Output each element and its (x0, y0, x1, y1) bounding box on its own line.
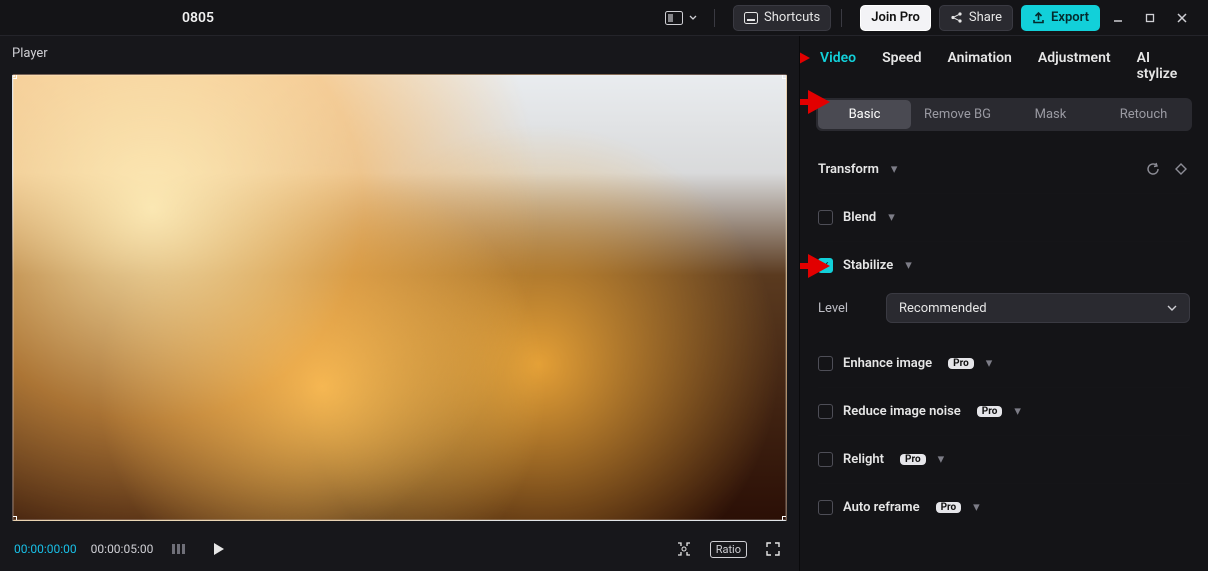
chevron-down-icon (1167, 303, 1177, 313)
keyboard-icon (744, 12, 758, 24)
noise-label: Reduce image noise (843, 404, 961, 419)
section-enhance-image[interactable]: Enhance image Pro ▾ (818, 339, 1190, 387)
layout-toggle-button[interactable] (658, 5, 704, 31)
play-button[interactable] (205, 536, 231, 562)
reframe-label: Auto reframe (843, 500, 920, 515)
inspector-tabs: Video Speed Animation Adjustment AI styl… (800, 36, 1208, 94)
enhance-checkbox[interactable] (818, 356, 833, 371)
section-relight[interactable]: Relight Pro ▾ (818, 435, 1190, 483)
tab-speed[interactable]: Speed (882, 50, 921, 82)
relight-label: Relight (843, 452, 884, 467)
subtab-remove-bg[interactable]: Remove BG (911, 100, 1004, 129)
section-transform[interactable]: Transform ▾ (818, 145, 1190, 193)
export-button[interactable]: Export (1021, 5, 1100, 31)
shortcuts-button[interactable]: Shortcuts (733, 5, 831, 31)
tab-video[interactable]: Video (820, 50, 856, 82)
pro-badge: Pro (936, 502, 962, 513)
top-bar: 0805 Shortcuts Join Pro Share Export (0, 0, 1208, 36)
pro-badge: Pro (948, 358, 974, 369)
crop-icon (675, 540, 693, 558)
fullscreen-button[interactable] (761, 537, 785, 561)
section-blend[interactable]: Blend ▾ (818, 193, 1190, 241)
project-title: 0805 (182, 10, 214, 26)
chevron-down-icon: ▾ (938, 452, 945, 467)
chevron-down-icon: ▾ (905, 258, 912, 273)
crop-handle-bottom-right[interactable] (782, 516, 787, 521)
enhance-label: Enhance image (843, 356, 932, 371)
stabilize-label: Stabilize (843, 258, 893, 273)
tab-adjustment[interactable]: Adjustment (1038, 50, 1111, 82)
blend-label: Blend (843, 210, 876, 225)
pro-badge: Pro (977, 406, 1003, 417)
window-close-button[interactable] (1168, 5, 1196, 31)
join-pro-button[interactable]: Join Pro (860, 5, 931, 31)
section-stabilize[interactable]: ✓ Stabilize ▾ (818, 241, 1190, 289)
crop-button[interactable] (672, 537, 696, 561)
topbar-divider (714, 9, 715, 27)
chevron-down-icon: ▾ (973, 500, 980, 515)
play-icon (210, 541, 226, 557)
layout-icon (665, 11, 683, 25)
section-auto-reframe[interactable]: Auto reframe Pro ▾ (818, 483, 1190, 531)
share-label: Share (969, 10, 1002, 25)
fullscreen-icon (765, 541, 781, 557)
chevron-down-icon: ▾ (986, 356, 993, 371)
chevron-down-icon (689, 14, 697, 22)
subtab-mask[interactable]: Mask (1004, 100, 1097, 129)
window-maximize-button[interactable] (1136, 5, 1164, 31)
chevron-down-icon: ▾ (888, 210, 895, 225)
inspector-panel: Video Speed Animation Adjustment AI styl… (800, 36, 1208, 571)
shortcuts-label: Shortcuts (764, 10, 820, 25)
player-viewport[interactable] (12, 74, 787, 521)
export-icon (1032, 11, 1045, 24)
subtab-basic[interactable]: Basic (818, 100, 911, 129)
subtab-retouch[interactable]: Retouch (1097, 100, 1190, 129)
keyframe-button[interactable] (1172, 160, 1190, 178)
stabilize-level-select[interactable]: Recommended (886, 293, 1190, 323)
relight-checkbox[interactable] (818, 452, 833, 467)
section-reduce-noise[interactable]: Reduce image noise Pro ▾ (818, 387, 1190, 435)
reframe-checkbox[interactable] (818, 500, 833, 515)
chevron-down-icon: ▾ (891, 162, 898, 177)
share-button[interactable]: Share (939, 5, 1013, 31)
close-icon (1176, 12, 1188, 24)
player-header: Player (0, 36, 799, 70)
player-header-label: Player (12, 46, 48, 61)
chevron-down-icon: ▾ (1014, 404, 1021, 419)
player-panel: Player 00:00:00:00 00:00:05:00 Ratio (0, 36, 800, 571)
markers-icon (171, 543, 187, 555)
crop-handle-bottom-left[interactable] (12, 516, 17, 521)
minimize-icon (1112, 12, 1124, 24)
tab-animation[interactable]: Animation (947, 50, 1011, 82)
noise-checkbox[interactable] (818, 404, 833, 419)
crop-handle-top-left[interactable] (12, 74, 17, 79)
timeline-markers-button[interactable] (167, 537, 191, 561)
join-pro-label: Join Pro (871, 10, 920, 25)
export-label: Export (1051, 10, 1089, 25)
stabilize-level-value: Recommended (899, 301, 987, 316)
pro-badge: Pro (900, 454, 926, 465)
transform-label: Transform (818, 162, 879, 177)
tab-ai-stylize[interactable]: AI stylize (1137, 50, 1188, 82)
ratio-button[interactable]: Ratio (710, 541, 747, 558)
stabilize-checkbox[interactable]: ✓ (818, 258, 833, 273)
stabilize-level-label: Level (818, 301, 868, 316)
maximize-icon (1144, 12, 1156, 24)
topbar-divider-2 (841, 9, 842, 27)
crop-handle-top-right[interactable] (782, 74, 787, 79)
inspector-body: Transform ▾ Blend ▾ (800, 139, 1208, 545)
window-minimize-button[interactable] (1104, 5, 1132, 31)
reset-icon (1146, 162, 1160, 176)
player-controls: 00:00:00:00 00:00:05:00 Ratio (0, 527, 799, 571)
time-total: 00:00:05:00 (91, 542, 154, 556)
inspector-subtabs: Basic Remove BG Mask Retouch (816, 98, 1192, 131)
blend-checkbox[interactable] (818, 210, 833, 225)
time-current: 00:00:00:00 (14, 542, 77, 556)
diamond-icon (1175, 163, 1187, 175)
share-icon (950, 11, 963, 24)
reset-button[interactable] (1144, 160, 1162, 178)
stabilize-level-row: Level Recommended (818, 289, 1190, 339)
